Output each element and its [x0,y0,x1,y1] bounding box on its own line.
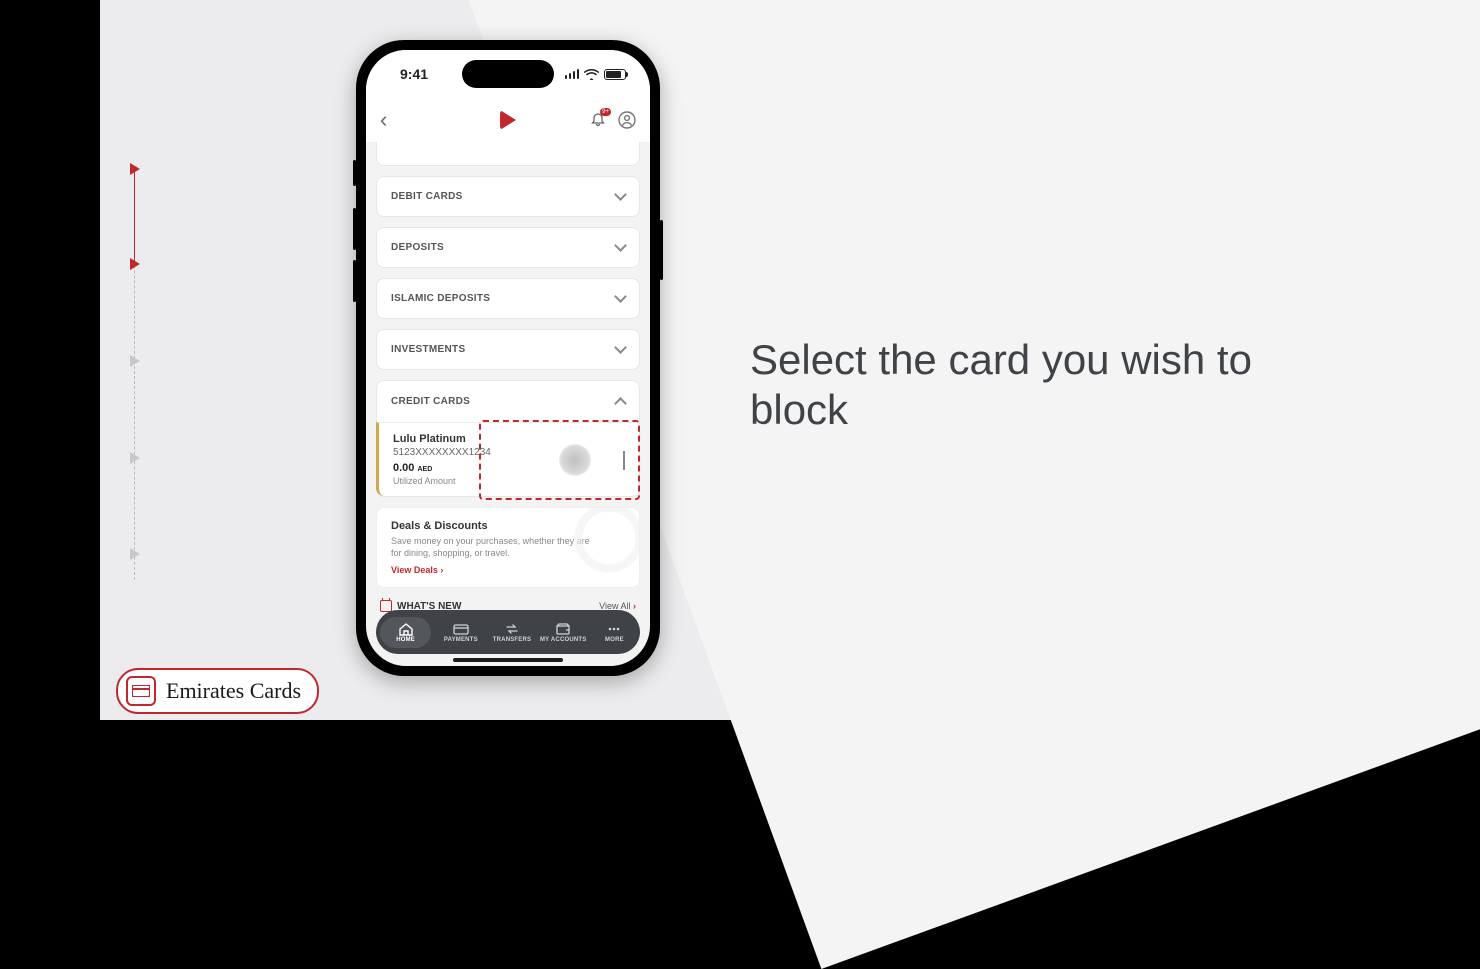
timeline-step-2 [130,258,140,270]
brand-icon [126,676,156,706]
timeline-progress [134,168,135,266]
profile-button[interactable] [618,111,636,129]
tab-label: MY ACCOUNTS [540,637,587,643]
dynamic-island [462,60,554,88]
section-label: INVESTMENTS [391,344,465,355]
app-header: ‹ 9+ [366,98,650,142]
section-label: ISLAMIC DEPOSITS [391,293,490,304]
card-name: Lulu Platinum [393,433,625,445]
section-label: DEBIT CARDS [391,191,463,202]
chevron-down-icon [614,290,627,303]
timeline-step-3 [130,355,140,367]
section-islamic-deposits[interactable]: ISLAMIC DEPOSITS [376,278,640,319]
home-icon [398,622,414,636]
tab-accounts[interactable]: MY ACCOUNTS [538,622,589,643]
deals-card[interactable]: Deals & Discounts Save money on your pur… [376,507,640,588]
deals-title: Deals & Discounts [391,520,625,532]
timeline-step-1 [130,163,140,175]
notifications-badge: 9+ [600,108,611,116]
payments-icon [453,622,469,636]
tab-label: PAYMENTS [444,637,478,643]
tab-more[interactable]: MORE [589,622,640,643]
section-investments[interactable]: INVESTMENTS [376,329,640,370]
brand-label: Emirates Cards [166,678,301,704]
tab-label: TRANSFERS [493,637,531,643]
section-deposits[interactable]: DEPOSITS [376,227,640,268]
phone-frame: 9:41 ‹ 9+ [356,40,660,676]
wallet-icon [555,622,571,636]
tab-bar: HOME PAYMENTS TRANSFERS MY ACCOUNTS MORE [376,610,640,654]
credit-card-item[interactable]: Lulu Platinum 5123XXXXXXXX1234 0.00 AED … [376,422,639,496]
tab-home[interactable]: HOME [380,617,431,648]
notifications-button[interactable]: 9+ [590,112,606,128]
back-button[interactable]: ‹ [380,109,387,131]
timeline-step-5 [130,548,140,560]
touch-indicator-icon [559,444,591,476]
section-credit-cards: CREDIT CARDS Lulu Platinum 5123XXXXXXXX1… [376,380,640,497]
cellular-icon [565,69,580,79]
content-scroll[interactable]: DEBIT CARDS DEPOSITS ISLAMIC DEPOSITS [366,142,650,622]
section-label: CREDIT CARDS [391,396,470,407]
credit-cards-header[interactable]: CREDIT CARDS [377,381,639,422]
chevron-down-icon [614,188,627,201]
deals-description: Save money on your purchases, whether th… [391,535,591,559]
chevron-down-icon [614,239,627,252]
card-utilized-label: Utilized Amount [393,476,625,486]
home-indicator [453,658,563,662]
whats-new-header: WHAT'S NEW View All [376,588,640,612]
transfers-icon [504,622,520,636]
chevron-right-icon [623,451,625,469]
section-label: DEPOSITS [391,242,444,253]
more-icon [606,622,622,636]
wifi-icon [584,69,599,80]
tab-label: MORE [605,637,624,643]
instruction-text: Select the card you wish to block [750,335,1280,434]
phone-screen: 9:41 ‹ 9+ [366,50,650,666]
tab-label: HOME [396,637,415,643]
brand-pill: Emirates Cards [116,668,319,714]
preceding-card-slice [376,142,640,166]
section-debit-cards[interactable]: DEBIT CARDS [376,176,640,217]
battery-icon [604,69,626,80]
chevron-down-icon [614,341,627,354]
tab-transfers[interactable]: TRANSFERS [486,622,537,643]
tab-payments[interactable]: PAYMENTS [435,622,486,643]
status-time: 9:41 [400,66,428,82]
timeline-step-4 [130,452,140,464]
chevron-up-icon [614,397,627,410]
view-deals-link[interactable]: View Deals [391,565,625,575]
app-logo-icon [500,110,516,130]
